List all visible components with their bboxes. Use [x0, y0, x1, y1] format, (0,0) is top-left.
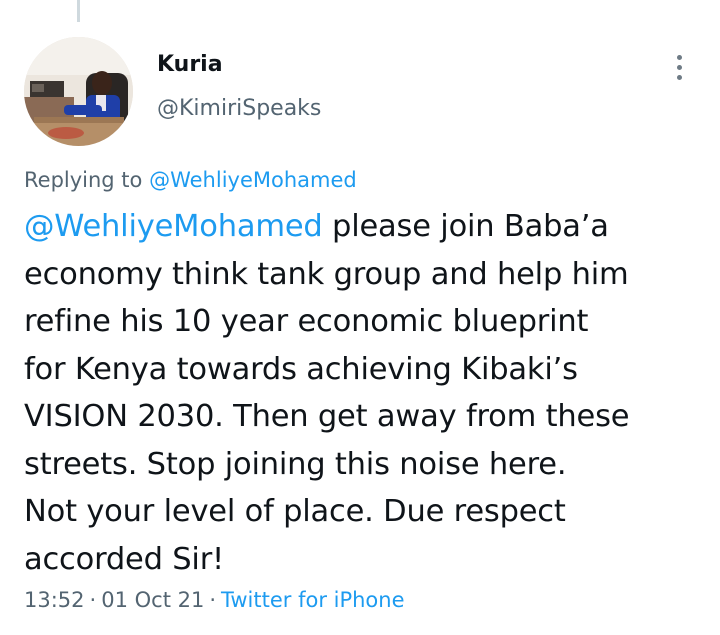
tweet-line: refine his 10 year economic blueprint: [24, 304, 589, 339]
reply-context: Replying to @WehliyeMohamed: [24, 168, 357, 192]
tweet-time[interactable]: 13:52: [24, 588, 85, 612]
tweet-line: Not your level of place. Due respect: [24, 494, 566, 529]
more-dot: [676, 64, 682, 70]
tweet-meta: 13:52 · 01 Oct 21 · Twitter for iPhone: [24, 588, 405, 612]
thread-connector-line: [77, 0, 80, 22]
tweet-line: @WehliyeMohamed please join Baba’a: [24, 203, 704, 251]
tweet-first-line-text: please join Baba’a: [322, 209, 609, 244]
reply-context-prefix: Replying to: [24, 168, 143, 192]
more-vertical-icon[interactable]: [664, 50, 694, 84]
more-dot: [676, 54, 682, 60]
reply-context-mention[interactable]: @WehliyeMohamed: [149, 168, 357, 192]
more-dot: [676, 74, 682, 80]
avatar[interactable]: [24, 37, 133, 146]
tweet-line: streets. Stop joining this noise here.: [24, 446, 567, 482]
tweet-text: @WehliyeMohamed please join Baba’a econo…: [24, 203, 704, 583]
tweet-line: VISION 2030. Then get away from these: [24, 399, 630, 434]
tweet-date[interactable]: 01 Oct 21: [101, 588, 204, 612]
meta-separator: ·: [209, 588, 217, 612]
tweet-line: economy think tank group and help him: [24, 256, 629, 292]
tweet-line: accorded Sir!: [24, 541, 225, 577]
tweet-mention-link[interactable]: @WehliyeMohamed: [24, 209, 323, 244]
tweet-source-link[interactable]: Twitter for iPhone: [221, 588, 405, 612]
author-display-name[interactable]: Kuria: [157, 52, 223, 77]
meta-separator: ·: [89, 588, 97, 612]
tweet-line: for Kenya towards achieving Kibaki’s: [24, 351, 578, 387]
author-handle[interactable]: @KimiriSpeaks: [157, 96, 321, 121]
avatar-photo: [24, 37, 133, 146]
